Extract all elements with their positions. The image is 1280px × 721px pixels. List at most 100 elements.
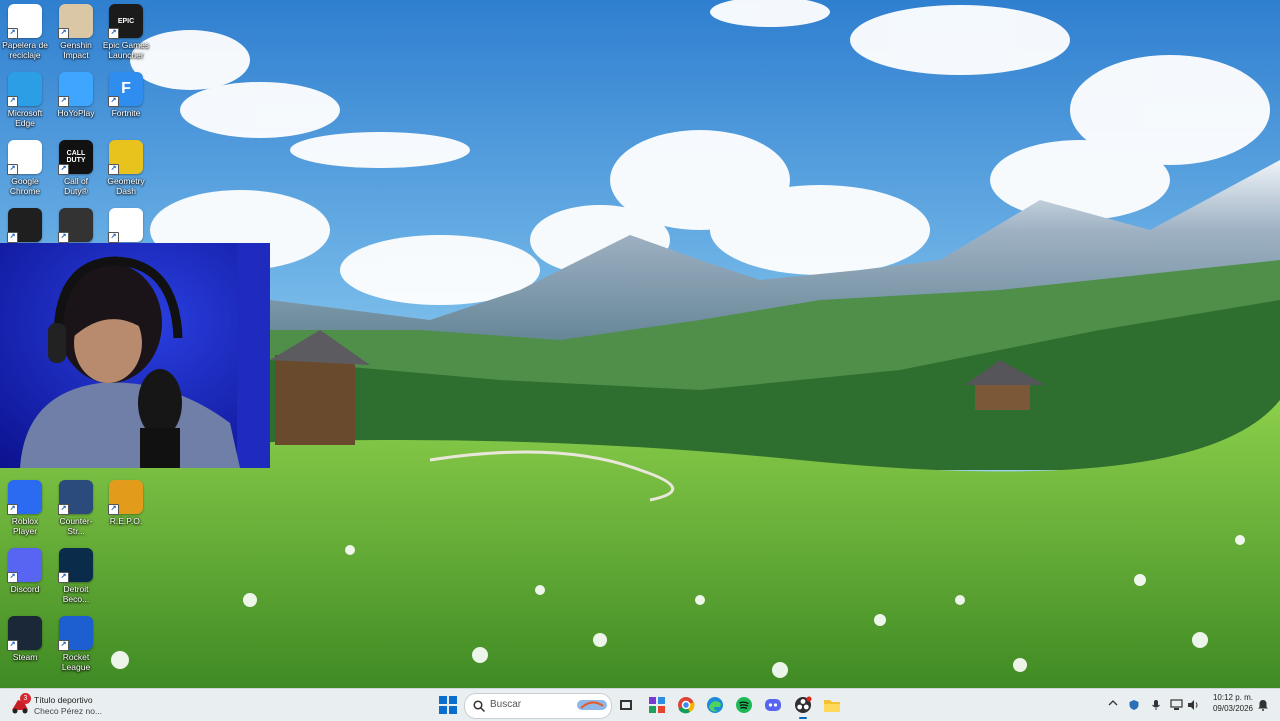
detroit-become-human-icon: ↗: [58, 548, 93, 583]
taskbar-file-explorer[interactable]: [821, 694, 843, 716]
desktop-icon-label: Call of Duty®: [63, 176, 89, 196]
desktop-icon[interactable]: ↗ Counter-Str...: [51, 480, 101, 536]
desktop-icon-label: Rocket League: [61, 652, 91, 672]
desktop-icon[interactable]: ↗ Detroit Beco...: [51, 548, 101, 604]
recycle-bin-icon: ↗: [7, 4, 42, 39]
fortnite-icon: F ↗: [108, 72, 143, 107]
security-shield-icon: [1129, 700, 1139, 710]
counter-strike-icon: ↗: [58, 480, 93, 515]
call-of-duty-icon: CALL DUTY ↗: [58, 140, 93, 175]
edge-icon: ↗: [7, 72, 42, 107]
shortcut-arrow-icon: ↗: [7, 504, 18, 515]
desktop-icon-label: R.E.P.O.: [109, 516, 143, 526]
taskbar-discord[interactable]: [762, 694, 784, 716]
webcam-overlay: [0, 243, 270, 468]
chrome-icon: ↗: [7, 140, 42, 175]
webcam-app-icon: ↗: [108, 208, 143, 243]
desktop-icon[interactable]: EPIC ↗ Epic Games Launcher: [101, 4, 151, 60]
obs-icon: [795, 696, 812, 713]
desktop-icon[interactable]: CALL DUTY ↗ Call of Duty®: [51, 140, 101, 196]
desktop-icon-label: Geometry Dash: [107, 176, 145, 196]
taskbar-edge[interactable]: [704, 694, 726, 716]
shortcut-arrow-icon: ↗: [108, 164, 119, 175]
shortcut-arrow-icon: ↗: [7, 572, 18, 583]
desktop-icon[interactable]: ↗: [51, 208, 101, 244]
desktop-icon-label: Steam: [12, 652, 38, 662]
desktop-icon[interactable]: ↗ Geometry Dash: [101, 140, 151, 196]
system-clock[interactable]: 10:12 p. m. 09/03/2026: [1205, 692, 1253, 714]
repo-icon: ↗: [108, 480, 143, 515]
hoyoplay-icon: ↗: [58, 72, 93, 107]
file-explorer-icon: [824, 700, 840, 712]
desktop-icon-label: Detroit Beco...: [62, 584, 90, 604]
desktop-icon[interactable]: ↗ Genshin Impact: [51, 4, 101, 60]
genshin-impact-icon: ↗: [58, 4, 93, 39]
shortcut-arrow-icon: ↗: [58, 572, 69, 583]
volume-icon: [1188, 700, 1198, 710]
desktop-icon-label: Roblox Player: [11, 516, 39, 536]
taskbar-spotify[interactable]: [733, 694, 755, 716]
clock-time: 10:12 p. m.: [1212, 693, 1253, 702]
chrome-icon: [678, 697, 695, 714]
spotify-icon: [736, 697, 752, 713]
desktop-icon[interactable]: ↗ Google Chrome: [0, 140, 50, 196]
taskbar-chrome[interactable]: [675, 694, 697, 716]
tray-volume[interactable]: [1187, 698, 1200, 716]
tray-notifications[interactable]: [1257, 698, 1269, 716]
edge-icon: [707, 697, 723, 713]
shortcut-arrow-icon: ↗: [108, 28, 119, 39]
shortcut-arrow-icon: ↗: [58, 504, 69, 515]
tray-microphone[interactable]: [1150, 698, 1162, 716]
news-subtitle: Checo Pérez no...: [34, 706, 103, 716]
search-icon: [473, 700, 485, 712]
obs-icon: ↗: [58, 208, 93, 243]
desktop-icon[interactable]: ↗ Rocket League: [51, 616, 101, 672]
windows-start-icon: [439, 696, 457, 714]
clock-date: 09/03/2026: [1212, 704, 1253, 713]
network-icon: [1170, 699, 1183, 710]
tray-network[interactable]: [1170, 698, 1183, 716]
desktop-icon[interactable]: ↗ Steam: [0, 616, 50, 662]
epic-games-icon: EPIC ↗: [108, 4, 143, 39]
taskbar: 3 Título deportivo Checo Pérez no... Bus…: [0, 688, 1280, 721]
shortcut-arrow-icon: ↗: [108, 504, 119, 515]
taskbar-store[interactable]: [646, 694, 668, 716]
desktop-icon[interactable]: ↗ Discord: [0, 548, 50, 594]
tray-security[interactable]: [1128, 698, 1140, 716]
desktop-icon[interactable]: ↗: [101, 208, 151, 244]
desktop-icon[interactable]: F ↗ Fortnite: [101, 72, 151, 118]
nvidia-icon: ↗: [7, 208, 42, 243]
desktop-icon[interactable]: ↗ HoYoPlay: [51, 72, 101, 118]
roblox-icon: ↗: [7, 480, 42, 515]
taskbar-obs[interactable]: [792, 694, 814, 719]
show-hidden-icons-button[interactable]: [1108, 698, 1118, 711]
desktop-icon[interactable]: ↗ R.E.P.O.: [101, 480, 151, 526]
shortcut-arrow-icon: ↗: [7, 640, 18, 651]
bell-icon: [1258, 700, 1268, 711]
shortcut-arrow-icon: ↗: [7, 28, 18, 39]
search-highlight-icon: [577, 700, 607, 710]
desktop-icon[interactable]: ↗ Microsoft Edge: [0, 72, 50, 128]
taskbar-search-box[interactable]: Buscar: [464, 693, 612, 719]
shortcut-arrow-icon: ↗: [7, 96, 18, 107]
task-view-button[interactable]: [615, 694, 637, 716]
notification-badge: 3: [20, 693, 31, 704]
desktop-icon[interactable]: ↗ Roblox Player: [0, 480, 50, 536]
news-widget[interactable]: 3 Título deportivo Checo Pérez no...: [10, 692, 150, 718]
shortcut-arrow-icon: ↗: [58, 28, 69, 39]
desktop-icon-label: HoYoPlay: [57, 108, 95, 118]
geometry-dash-icon: ↗: [108, 140, 143, 175]
desktop-icon[interactable]: ↗: [0, 208, 50, 244]
discord-icon: [765, 699, 781, 711]
microphone-icon: [1152, 700, 1160, 710]
search-placeholder: Buscar: [490, 699, 522, 710]
desktop-icon[interactable]: ↗ Papelera de reciclaje: [0, 4, 50, 60]
shortcut-arrow-icon: ↗: [7, 232, 18, 243]
desktop-icon-label: Papelera de reciclaje: [2, 40, 48, 60]
shortcut-arrow-icon: ↗: [58, 164, 69, 175]
desktop-icon-label: Google Chrome: [9, 176, 41, 196]
start-button[interactable]: [437, 694, 459, 716]
shortcut-arrow-icon: ↗: [7, 164, 18, 175]
news-title: Título deportivo: [34, 695, 93, 705]
desktop-icon-label: Microsoft Edge: [7, 108, 43, 128]
